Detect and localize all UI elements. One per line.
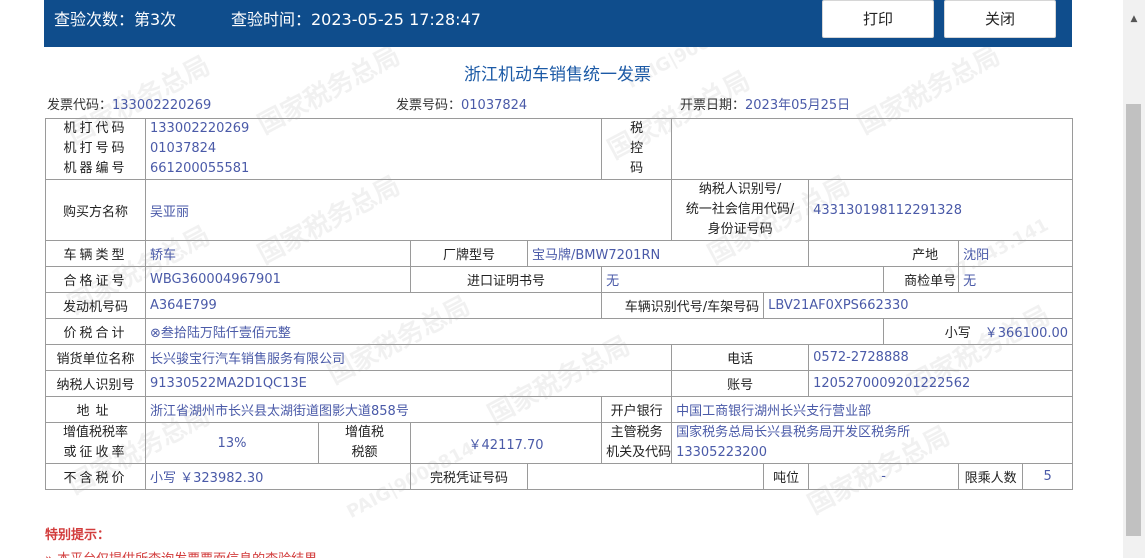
pretax-label: 不含税价 — [45, 463, 146, 490]
check-count: 查验次数：第3次 — [54, 10, 177, 29]
inspect-value: 无 — [958, 266, 1074, 293]
device-no-label: 机器编号 — [63, 161, 128, 176]
tax-office-label-line1: 主管税务 — [610, 425, 663, 440]
machine-no-value: 01037824 — [150, 141, 217, 156]
invoice-table: 机打代码 机打号码 机器编号 133002220269 01037824 661… — [45, 118, 1074, 490]
address-label: 地址 — [45, 396, 146, 423]
check-time: 查验时间：2023-05-25 17:28:47 — [231, 10, 481, 29]
account-label: 账号 — [671, 370, 810, 397]
cert-value: WBG360004967901 — [145, 266, 411, 293]
engine-value: A364E799 — [144, 292, 603, 319]
machine-code-value: 133002220269 — [150, 121, 250, 136]
scrollbar-thumb[interactable] — [1126, 104, 1141, 536]
invoice-number-label: 发票号码： — [396, 98, 462, 113]
tonnage-label: 吨位 — [763, 463, 810, 490]
vehicle-type-label: 车辆类型 — [45, 240, 146, 267]
vin-label: 车辆识别代号/车架号码 — [601, 292, 765, 319]
vertical-scrollbar[interactable]: ▲ — [1123, 0, 1145, 558]
address-value: 浙江省湖州市长兴县太湖街道图影大道858号 — [144, 396, 603, 423]
vat-rate-label-line2: 或征收率 — [63, 445, 128, 460]
close-button[interactable]: 关闭 — [944, 0, 1056, 38]
notice-line: » 本平台仅提供所查询发票票面信息的查验结果 — [45, 548, 317, 558]
origin-label: 产地 — [808, 240, 960, 267]
vat-rate-value: 13% — [145, 422, 319, 464]
total-small: 小写 ￥366100.00 — [883, 318, 1074, 345]
notice-title: 特别提示： — [45, 528, 111, 543]
buyer-label: 购买方名称 — [45, 179, 146, 241]
seats-value: 5 — [1022, 463, 1074, 490]
total-small-label: 小写 — [944, 326, 971, 341]
buyer-value: 吴亚丽 — [144, 179, 673, 241]
taxpayer-id-label-line1: 纳税人识别号/ — [698, 182, 782, 197]
header-bar: 查验次数：第3次 查验时间：2023-05-25 17:28:47 打印 关闭 — [44, 0, 1072, 47]
scroll-up-icon[interactable]: ▲ — [1123, 14, 1145, 24]
machine-code-label: 机打代码 — [63, 121, 128, 136]
cert-label: 合格证号 — [45, 266, 146, 293]
invoice-code-value: 133002220269 — [112, 98, 212, 113]
phone-value: 0572-2728888 — [808, 344, 1074, 371]
invoice-number: 发票号码：01037824 — [396, 94, 527, 113]
tax-office-name: 国家税务总局长兴县税务局开发区税务所 — [676, 425, 911, 440]
invoice-date-label: 开票日期： — [680, 98, 746, 113]
import-label: 进口证明书号 — [409, 266, 603, 293]
machine-values: 133002220269 01037824 661200055581 — [144, 118, 603, 180]
seller-tax-label: 纳税人识别号 — [45, 370, 146, 397]
phone-label: 电话 — [671, 344, 810, 371]
vat-amount-label-line1: 增值税 — [344, 425, 384, 440]
invoice-title: 浙江机动车销售统一发票 — [464, 65, 651, 85]
brand-value: 宝马牌/BMW7201RN — [526, 240, 810, 267]
tax-control-value — [671, 118, 1074, 180]
tax-office-label: 主管税务 机关及代码 — [601, 422, 673, 464]
bank-label: 开户银行 — [601, 396, 673, 423]
invoice-code-label: 发票代码： — [47, 98, 113, 113]
vehicle-type-value: 轿车 — [145, 240, 411, 267]
vat-rate-label: 增值税税率 或征收率 — [45, 422, 146, 464]
seller-value: 长兴骏宝行汽车销售服务有限公司 — [144, 344, 673, 371]
origin-value: 沈阳 — [958, 240, 1074, 267]
vat-amount-label-line2: 税额 — [351, 445, 378, 460]
pretax-value: 小写 ￥323982.30 — [145, 463, 411, 490]
vat-rate-label-line1: 增值税税率 — [62, 425, 128, 440]
tax-office-value: 国家税务总局长兴县税务局开发区税务所 13305223200 — [671, 422, 1074, 464]
taxpayer-id-label-line3: 身份证号码 — [707, 222, 773, 237]
duty-value — [526, 463, 765, 490]
taxpayer-id-label-line2: 统一社会信用代码/ — [685, 202, 795, 217]
total-small-value: ￥366100.00 — [984, 326, 1069, 341]
invoice-number-value: 01037824 — [461, 98, 528, 113]
bank-value: 中国工商银行湖州长兴支行营业部 — [671, 396, 1074, 423]
seller-label: 销货单位名称 — [45, 344, 146, 371]
taxpayer-id-label: 纳税人识别号/ 统一社会信用代码/ 身份证号码 — [671, 179, 810, 241]
tax-office-code: 13305223200 — [676, 445, 768, 460]
invoice-date: 开票日期：2023年05月25日 — [680, 94, 850, 113]
invoice-date-value: 2023年05月25日 — [745, 98, 851, 113]
engine-label: 发动机号码 — [45, 292, 146, 319]
seller-tax-value: 91330522MA2D1QC13E — [144, 370, 673, 397]
total-upper-value: ⊗叁拾陆万陆仟壹佰元整 — [144, 318, 885, 345]
machine-no-label: 机打号码 — [63, 141, 128, 156]
invoice-code: 发票代码：133002220269 — [47, 94, 211, 113]
invoice-check-page: 国家税务总局 国家税务总局 国家税务总局 国家税务总局 国家税务总局 国家税务总… — [0, 0, 1145, 558]
seats-label: 限乘人数 — [958, 463, 1024, 490]
taxpayer-id-value: 433130198112291328 — [808, 179, 1074, 241]
inspect-label: 商检单号 — [883, 266, 960, 293]
duty-label: 完税凭证号码 — [410, 463, 528, 490]
device-no-value: 661200055581 — [150, 161, 250, 176]
vin-value: LBV21AF0XPS662330 — [763, 292, 1074, 319]
print-button[interactable]: 打印 — [822, 0, 934, 38]
vat-amount-label: 增值税 税额 — [318, 422, 411, 464]
tonnage-value: - — [808, 463, 960, 490]
machine-labels: 机打代码 机打号码 机器编号 — [45, 118, 146, 180]
brand-label: 厂牌型号 — [410, 240, 528, 267]
tax-control-label: 税控码 — [601, 118, 673, 180]
tax-office-label-line2: 机关及代码 — [606, 445, 672, 460]
total-label: 价税合计 — [45, 318, 146, 345]
vat-amount-value: ￥42117.70 — [409, 422, 603, 464]
account-value: 1205270009201222562 — [808, 370, 1074, 397]
import-value: 无 — [601, 266, 885, 293]
